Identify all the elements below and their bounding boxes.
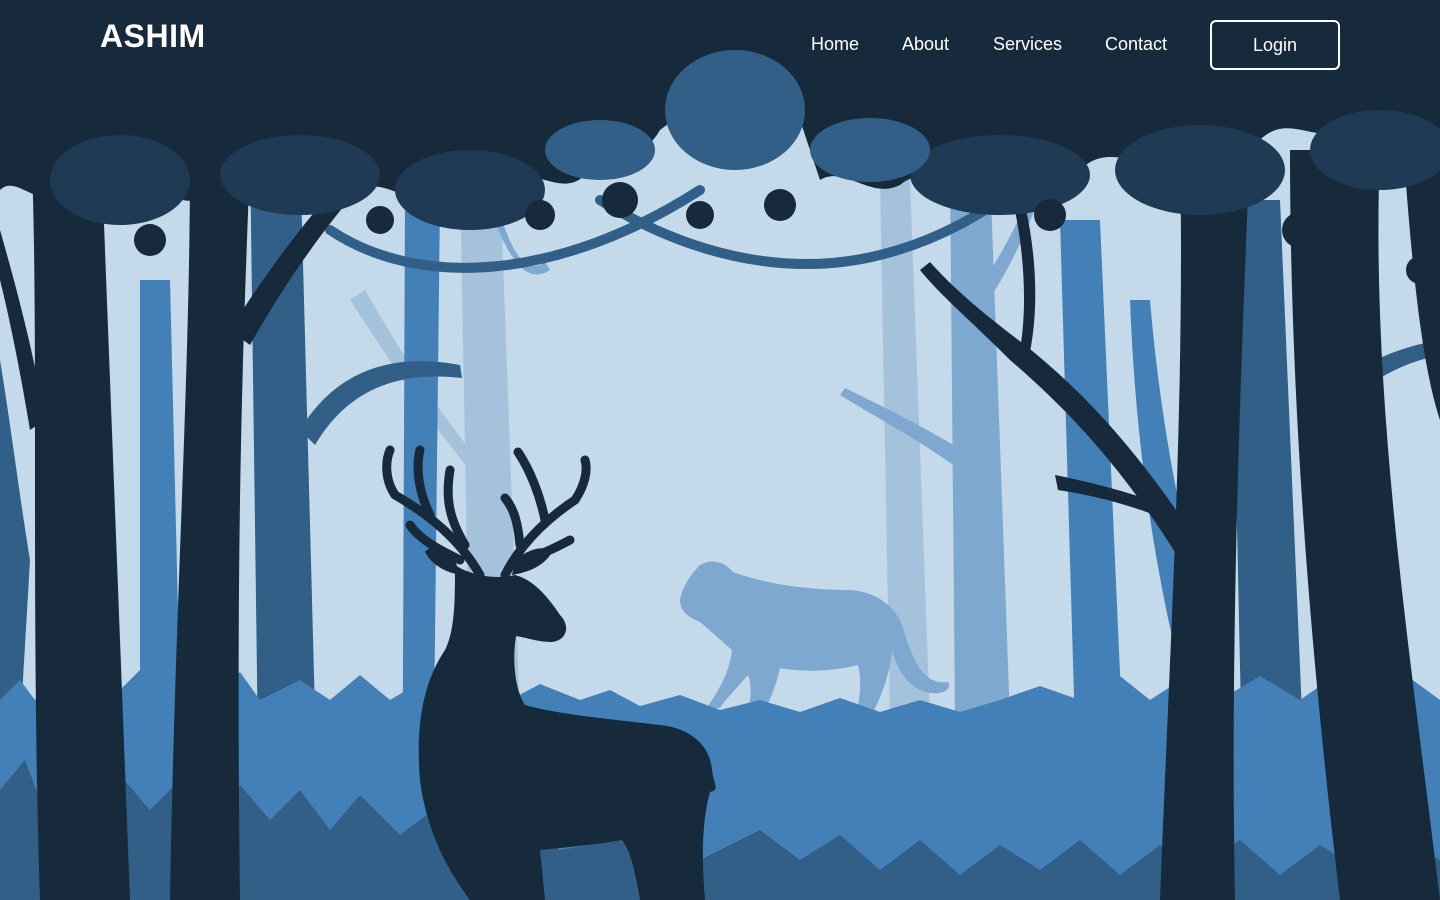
nav-link-home[interactable]: Home <box>811 34 859 55</box>
nav-link-services[interactable]: Services <box>993 34 1062 55</box>
nav-link-about[interactable]: About <box>902 34 949 55</box>
top-navbar: ASHIM Home About Services Contact Login <box>0 0 1440 90</box>
nav-link-contact[interactable]: Contact <box>1105 34 1167 55</box>
forest-background-illustration <box>0 0 1440 900</box>
login-button[interactable]: Login <box>1210 20 1340 70</box>
